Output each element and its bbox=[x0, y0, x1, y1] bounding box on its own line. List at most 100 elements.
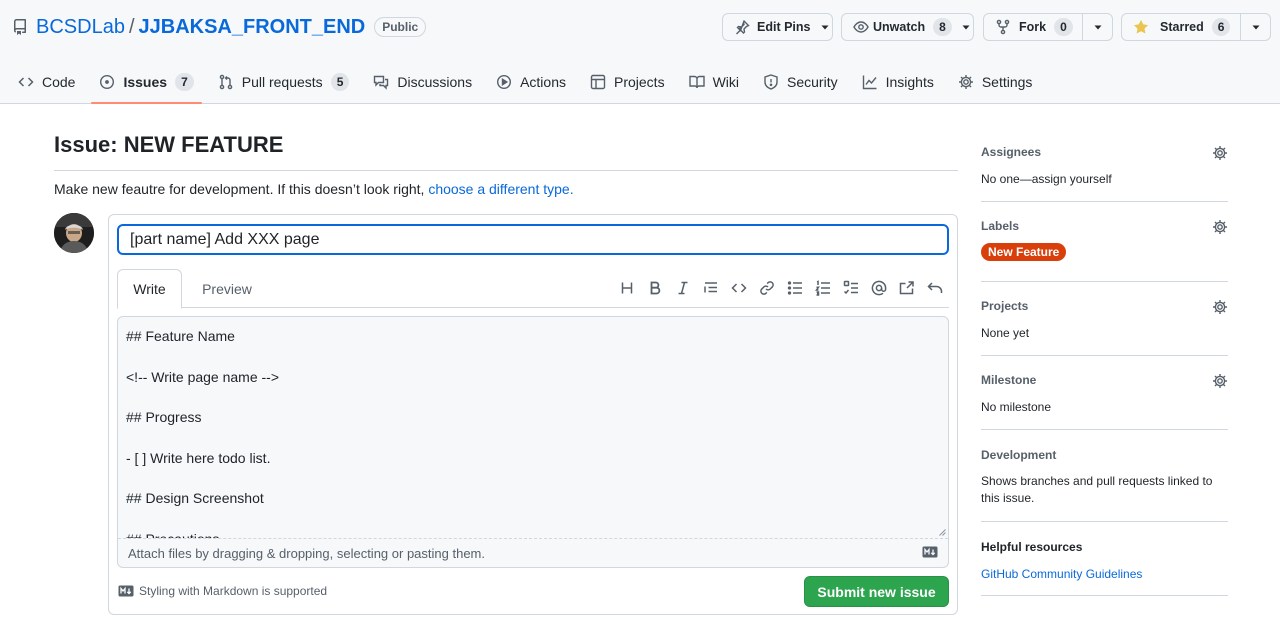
tab-write[interactable]: Write bbox=[117, 269, 182, 309]
assignees-value[interactable]: No one—assign yourself bbox=[981, 171, 1228, 188]
edit-pins-button[interactable]: Edit Pins bbox=[722, 13, 833, 41]
template-description-text: Make new feautre for development. If thi… bbox=[54, 181, 429, 197]
projects-heading[interactable]: Projects bbox=[981, 299, 1228, 313]
unwatch-button[interactable]: Unwatch 8 bbox=[841, 13, 974, 41]
fork-icon bbox=[996, 19, 1010, 35]
nav-discussions-label: Discussions bbox=[397, 74, 473, 90]
heading-button[interactable] bbox=[613, 277, 641, 299]
pull-request-icon bbox=[219, 74, 233, 90]
unwatch-label: Unwatch bbox=[873, 20, 926, 34]
nav-code-label: Code bbox=[42, 74, 76, 90]
issue-title-input[interactable] bbox=[117, 224, 949, 255]
issue-opened-icon bbox=[100, 74, 115, 90]
nav-settings-label: Settings bbox=[981, 74, 1033, 90]
table-icon bbox=[590, 74, 606, 90]
sidebar-assignees: Assignees No one—assign yourself bbox=[981, 145, 1228, 188]
gear-icon bbox=[958, 75, 973, 89]
edit-pins-label: Edit Pins bbox=[757, 20, 811, 34]
assignees-heading[interactable]: Assignees bbox=[981, 145, 1228, 159]
watchers-count: 8 bbox=[933, 18, 952, 36]
markdown-icon bbox=[922, 546, 938, 558]
fork-dropdown-button[interactable] bbox=[1083, 14, 1112, 40]
task-list-button[interactable] bbox=[837, 277, 865, 299]
sidebar-helpful-resources: Helpful resources GitHub Community Guide… bbox=[981, 540, 1228, 583]
community-guidelines-link[interactable]: GitHub Community Guidelines bbox=[981, 566, 1228, 583]
avatar[interactable] bbox=[54, 213, 94, 253]
sidebar-milestone: Milestone No milestone bbox=[981, 373, 1228, 416]
pulls-count: 5 bbox=[330, 73, 350, 91]
nav-actions[interactable]: Actions bbox=[488, 62, 574, 102]
submit-new-issue-button[interactable]: Submit new issue bbox=[804, 576, 949, 607]
nav-wiki[interactable]: Wiki bbox=[681, 62, 747, 102]
nav-security[interactable]: Security bbox=[755, 62, 846, 102]
eye-icon bbox=[853, 21, 869, 33]
nav-projects[interactable]: Projects bbox=[582, 62, 673, 102]
link-button[interactable] bbox=[753, 277, 781, 299]
quote-icon bbox=[704, 282, 717, 293]
issue-template-heading: Issue: NEW FEATURE bbox=[54, 132, 284, 157]
choose-different-type-link[interactable]: choose a different type. bbox=[428, 181, 573, 197]
star-button-group: Starred 6 bbox=[1121, 13, 1271, 41]
star-filled-icon bbox=[1133, 19, 1149, 34]
quote-button[interactable] bbox=[697, 277, 725, 299]
nav-projects-label: Projects bbox=[614, 74, 665, 90]
markdown-icon bbox=[118, 585, 134, 597]
visibility-badge: Public bbox=[374, 17, 427, 37]
issue-body-editor[interactable]: ## Feature Name <!-- Write page name -->… bbox=[117, 316, 949, 568]
unordered-list-button[interactable] bbox=[781, 277, 809, 299]
code-button[interactable] bbox=[725, 277, 753, 299]
bold-button[interactable] bbox=[641, 277, 669, 299]
nav-insights-label: Insights bbox=[885, 74, 934, 90]
breadcrumb-separator: / bbox=[128, 15, 135, 38]
undo-icon bbox=[927, 282, 943, 293]
starred-button[interactable]: Starred 6 bbox=[1122, 14, 1240, 40]
reference-button[interactable] bbox=[893, 277, 921, 299]
heading-divider bbox=[54, 170, 958, 171]
labels-heading[interactable]: Labels bbox=[981, 219, 1228, 233]
sidebar-projects: Projects None yet bbox=[981, 299, 1228, 342]
template-description: Make new feautre for development. If thi… bbox=[54, 181, 574, 197]
nav-discussions[interactable]: Discussions bbox=[365, 62, 480, 102]
mention-button[interactable] bbox=[865, 277, 893, 299]
nav-wiki-label: Wiki bbox=[712, 74, 740, 90]
tab-preview[interactable]: Preview bbox=[182, 269, 272, 308]
resize-handle-icon[interactable] bbox=[938, 528, 946, 536]
heading-icon bbox=[621, 282, 633, 294]
sidebar-labels: Labels New Feature bbox=[981, 219, 1228, 261]
nav-insights[interactable]: Insights bbox=[854, 62, 942, 102]
repo-name-link[interactable]: JJBAKSA_FRONT_END bbox=[139, 16, 366, 39]
star-dropdown-button[interactable] bbox=[1241, 14, 1270, 40]
nav-issues[interactable]: Issues 7 bbox=[91, 62, 203, 104]
shield-icon bbox=[764, 74, 778, 90]
development-value: Shows branches and pull requests linked … bbox=[981, 474, 1213, 505]
repo-icon bbox=[13, 19, 26, 35]
stars-count: 6 bbox=[1211, 18, 1231, 36]
nav-settings[interactable]: Settings bbox=[950, 62, 1041, 102]
gear-icon[interactable] bbox=[1212, 373, 1228, 389]
fork-button[interactable]: Fork 0 bbox=[984, 14, 1082, 40]
discussions-icon bbox=[374, 75, 389, 90]
gear-icon[interactable] bbox=[1212, 299, 1228, 315]
italic-button[interactable] bbox=[669, 277, 697, 299]
repo-owner-link[interactable]: BCSDLab bbox=[36, 16, 125, 39]
sidebar-divider bbox=[981, 595, 1228, 596]
gear-icon[interactable] bbox=[1212, 219, 1228, 235]
repo-breadcrumb: BCSDLab / JJBAKSA_FRONT_END Public bbox=[12, 14, 427, 40]
ordered-list-button[interactable] bbox=[809, 277, 837, 299]
label-new-feature[interactable]: New Feature bbox=[981, 243, 1067, 261]
nav-pull-requests[interactable]: Pull requests 5 bbox=[210, 62, 358, 102]
sidebar-development: Development Shows branches and pull requ… bbox=[981, 448, 1228, 507]
new-issue-form: Write Preview bbox=[108, 214, 958, 615]
nav-code[interactable]: Code bbox=[0, 62, 83, 102]
markdown-support-label[interactable]: Styling with Markdown is supported bbox=[139, 584, 327, 598]
undo-button[interactable] bbox=[921, 277, 949, 299]
milestone-heading[interactable]: Milestone bbox=[981, 373, 1228, 387]
issue-body-textarea[interactable]: ## Feature Name <!-- Write page name -->… bbox=[126, 326, 936, 538]
gear-icon[interactable] bbox=[1212, 145, 1228, 161]
avatar-image bbox=[54, 213, 94, 253]
projects-value: None yet bbox=[981, 326, 1030, 340]
mention-icon bbox=[871, 280, 887, 296]
sidebar-divider bbox=[981, 355, 1228, 356]
chevron-down-icon bbox=[962, 25, 970, 30]
attach-files-hint[interactable]: Attach files by dragging & dropping, sel… bbox=[118, 538, 948, 567]
